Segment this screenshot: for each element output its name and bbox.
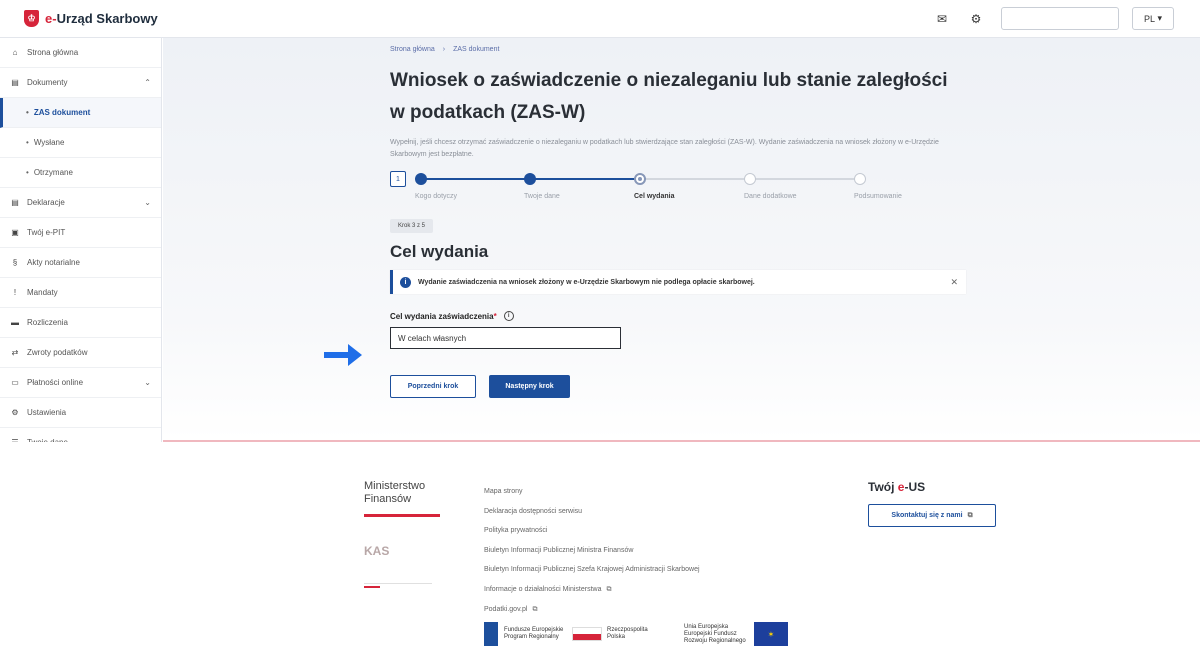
step-label-2: Twoje dane [524,193,560,200]
step-label-4: Dane dodatkowe [744,193,797,200]
sidebar-item-settlements[interactable]: ▬ Rozliczenia [0,308,161,338]
footer-link-podatki[interactable]: Podatki.gov.pl ⧉ [484,600,700,620]
step-dot-5 [854,173,866,185]
logo-text: e-Urząd Skarbowy [45,11,158,26]
step-dot-4 [744,173,756,185]
your-eus-title: Twój e-US [868,480,926,494]
sidebar-item-zas-document[interactable]: ZAS dokument [0,98,161,128]
unia-europejska-logo: Unia Europejska Europejski Fundusz Rozwo… [684,622,788,646]
info-alert: i Wydanie zaświadczenia na wniosek złożo… [390,270,966,294]
step-label-5: Podsumowanie [854,193,902,200]
main-content: Strona główna › ZAS dokument Wniosek o z… [390,46,970,398]
sidebar-item-received[interactable]: Otrzymane [0,158,161,188]
external-link-icon: ⧉ [606,585,612,593]
footer: Ministerstwo Finansów KAS Mapa strony De… [0,442,1200,667]
breadcrumb-home-link[interactable]: Strona główna [390,46,435,53]
footer-link-bip-kas[interactable]: Biuletyn Informacji Publicznej Szefa Kra… [484,560,700,580]
refund-icon: ⇄ [11,348,19,357]
step-badge: Krok 3 z 5 [390,219,434,233]
previous-step-button[interactable]: Poprzedni krok [390,375,476,398]
contact-us-button[interactable]: Skontaktuj się z nami ⧉ [868,504,996,527]
intro-text: Wypełnij, jeśli chcesz otrzymać zaświadc… [390,139,939,158]
messages-icon[interactable]: ✉ [931,8,953,30]
external-link-icon: ⧉ [967,511,973,519]
eu-funding-logos: Fundusze Europejskie Program Regionalny … [484,622,794,652]
pit-icon: ▣ [11,228,19,237]
e-urzad-logo[interactable]: ♔ e-Urząd Skarbowy [24,10,158,27]
step-dot-1 [415,173,427,185]
ministry-logo-bar [364,514,440,517]
external-link-icon: ⧉ [532,605,538,613]
step-number-box: 1 [390,171,406,187]
breadcrumb: Strona główna › ZAS dokument [390,46,970,53]
close-icon[interactable]: ✕ [950,277,958,288]
next-step-button[interactable]: Następny krok [489,375,570,398]
payment-icon: ▭ [11,378,19,387]
settings-icon: ⚙ [11,408,19,417]
chevron-up-icon: ⌃ [144,78,151,87]
purpose-field-label: Cel wydania zaświadczenia * i [390,311,970,321]
chevron-down-icon: ⌄ [144,378,151,387]
footer-link-ministry-info[interactable]: Informacje o działalności Ministerstwa ⧉ [484,580,700,600]
step-dot-3 [634,173,646,185]
language-select[interactable]: PL ▾ [1132,7,1174,30]
kas-logo[interactable]: KAS [364,544,432,584]
sidebar-item-payments[interactable]: ▭ Płatności online ⌄ [0,368,161,398]
sidebar-item-sent[interactable]: Wysłane [0,128,161,158]
footer-link-accessibility[interactable]: Deklaracja dostępności serwisu [484,502,700,522]
eu-flag-icon: ✶ [754,622,788,646]
footer-link-privacy[interactable]: Polityka prywatności [484,521,700,541]
document-icon: ▤ [11,78,19,87]
section-title: Cel wydania [390,242,489,261]
sidebar-item-settings[interactable]: ⚙ Ustawienia [0,398,161,428]
sidebar-item-tickets[interactable]: ! Mandaty [0,278,161,308]
polish-flag-icon [572,627,602,641]
required-marker: * [493,311,497,321]
home-icon: ⌂ [12,48,18,57]
form-buttons: Poprzedni krok Następny krok [390,375,970,398]
notary-icon: § [12,258,18,267]
search-input[interactable] [1001,7,1119,30]
eagle-emblem-icon: ♔ [24,10,39,27]
sidebar-item-refunds[interactable]: ⇄ Zwroty podatków [0,338,161,368]
settings-gear-icon[interactable]: ⚙ [965,8,987,30]
alert-text: Wydanie zaświadczenia na wniosek złożony… [418,278,755,286]
ministry-logo[interactable]: Ministerstwo Finansów [364,480,434,506]
help-info-icon[interactable]: i [503,311,514,321]
sidebar-item-epit[interactable]: ▣ Twój e-PIT [0,218,161,248]
ticket-icon: ! [13,288,17,297]
sidebar-item-declarations[interactable]: ▤ Deklaracje ⌄ [0,188,161,218]
chevron-down-icon: ⌄ [144,198,151,207]
sidebar-nav: ⌂Strona główna ▤Dokumenty⌃ ZAS dokument … [0,38,162,458]
step-dot-2 [524,173,536,185]
fe-mark-icon [484,622,498,646]
page-title: Wniosek o zaświadczenie o niezaleganiu l… [390,70,948,123]
fundusze-europejskie-logo: Fundusze Europejskie Program Regionalny [484,622,564,646]
step-label-1: Kogo dotyczy [415,193,458,200]
sidebar-item-home[interactable]: ⌂ Strona główna [0,38,161,68]
purpose-input[interactable] [390,327,621,349]
info-circle-icon: i [400,276,411,288]
kas-logo-bar [364,586,380,588]
progress-stepper: 1 Kogo dotyczy Twoje dane Cel wydania Da… [390,171,970,209]
footer-link-sitemap[interactable]: Mapa strony [484,482,700,502]
declaration-icon: ▤ [11,198,19,207]
step-label-3: Cel wydania [634,193,675,200]
breadcrumb-current[interactable]: ZAS dokument [453,46,499,53]
sidebar-item-documents[interactable]: ▤ Dokumenty ⌃ [0,68,161,98]
settlement-icon: ▬ [11,318,19,327]
breadcrumb-separator: › [442,46,446,53]
top-bar: ♔ e-Urząd Skarbowy ✉ ⚙ PL ▾ [0,0,1200,38]
footer-links: Mapa strony Deklaracja dostępności serwi… [484,482,700,619]
sidebar-item-notary[interactable]: § Akty notarialne [0,248,161,278]
rzeczpospolita-logo: Rzeczpospolita Polska [572,627,662,641]
arrow-right-icon [324,344,362,366]
footer-link-bip-mf[interactable]: Biuletyn Informacji Publicznej Ministra … [484,541,700,561]
